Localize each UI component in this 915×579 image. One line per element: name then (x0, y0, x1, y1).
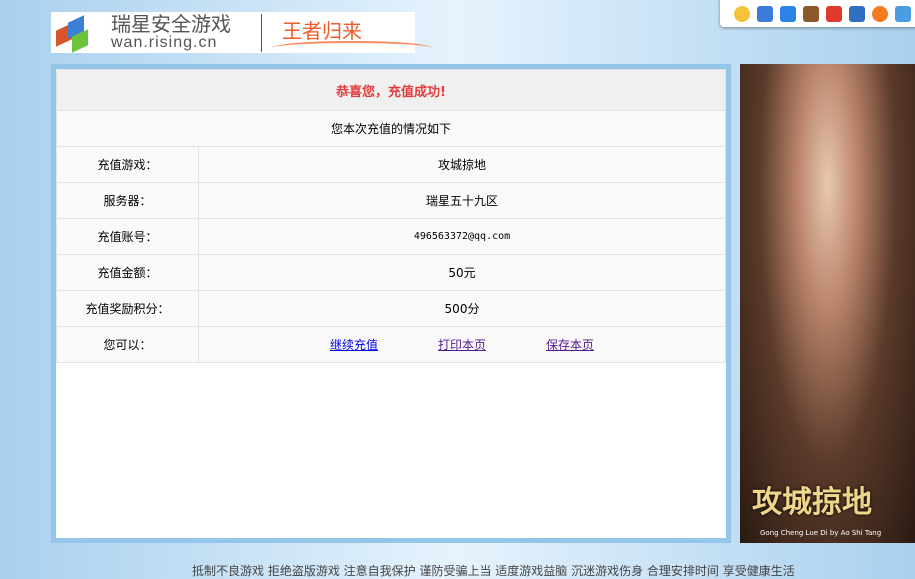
shield-check-icon[interactable] (780, 5, 796, 22)
slogan-swoosh (272, 40, 432, 55)
continue-recharge-link[interactable]: 继续充值 (330, 338, 378, 352)
table-row: 您可以： 继续充值 打印本页 保存本页 (56, 326, 726, 363)
game-ad-banner[interactable]: 攻城掠地 Gong Cheng Lue Di by Ao Shi Tang (740, 64, 915, 543)
ad-subtitle: Gong Cheng Lue Di by Ao Shi Tang (760, 529, 882, 537)
slogan: 王者归来 (282, 18, 362, 43)
amount-value: 50元 (198, 254, 726, 291)
game-icon[interactable] (895, 5, 911, 22)
screenshot-icon[interactable] (757, 5, 773, 22)
recharge-result-table: 恭喜您，充值成功! 您本次充值的情况如下 充值游戏： 攻城掠地 服务器： 瑞星五十九… (56, 69, 726, 363)
health-notice: 抵制不良游戏 拒绝盗版游戏 注意自我保护 谨防受骗上当 适度游戏益脑 沉迷游戏伤… (192, 564, 795, 578)
save-page-link[interactable]: 保存本页 (546, 338, 594, 352)
box-icon[interactable] (803, 5, 819, 22)
orange-circle-icon[interactable] (872, 5, 888, 22)
success-title: 恭喜您，充值成功! (56, 69, 726, 111)
ad-title: 攻城掠地 (752, 485, 872, 520)
row-label: 服务器： (56, 182, 199, 219)
row-label: 充值金额： (56, 254, 199, 291)
table-row: 充值金额： 50元 (56, 254, 726, 291)
recharge-result-panel: 恭喜您，充值成功! 您本次充值的情况如下 充值游戏： 攻城掠地 服务器： 瑞星五十九… (51, 64, 731, 543)
points-value: 500分 (198, 290, 726, 327)
notification-icon[interactable] (826, 5, 842, 22)
site-logo[interactable]: 瑞星安全游戏 wan.rising.cn 王者归来 (51, 11, 432, 53)
summary-heading: 您本次充值的情况如下 (56, 110, 726, 147)
star-icon[interactable] (734, 5, 750, 22)
row-label: 您可以： (56, 326, 199, 363)
table-row: 充值游戏： 攻城掠地 (56, 146, 726, 183)
account-value: 496563372@qq.com (198, 218, 726, 255)
brand-name: 瑞星安全游戏 (111, 11, 231, 36)
print-page-link[interactable]: 打印本页 (438, 338, 486, 352)
game-value: 攻城掠地 (198, 146, 726, 183)
rising-cube-icon (54, 14, 94, 53)
row-label: 充值奖励积分： (56, 290, 199, 327)
table-row: 充值账号： 496563372@qq.com (56, 218, 726, 255)
security-t-icon[interactable] (849, 5, 865, 22)
row-label: 充值账号： (56, 218, 199, 255)
logo-divider (261, 13, 262, 52)
table-row: 充值奖励积分： 500分 (56, 290, 726, 327)
brand-url: wan.rising.cn (111, 33, 218, 51)
server-value: 瑞星五十九区 (198, 182, 726, 219)
row-label: 充值游戏： (56, 146, 199, 183)
browser-extension-toolbar (720, 0, 915, 27)
table-row: 服务器： 瑞星五十九区 (56, 182, 726, 219)
